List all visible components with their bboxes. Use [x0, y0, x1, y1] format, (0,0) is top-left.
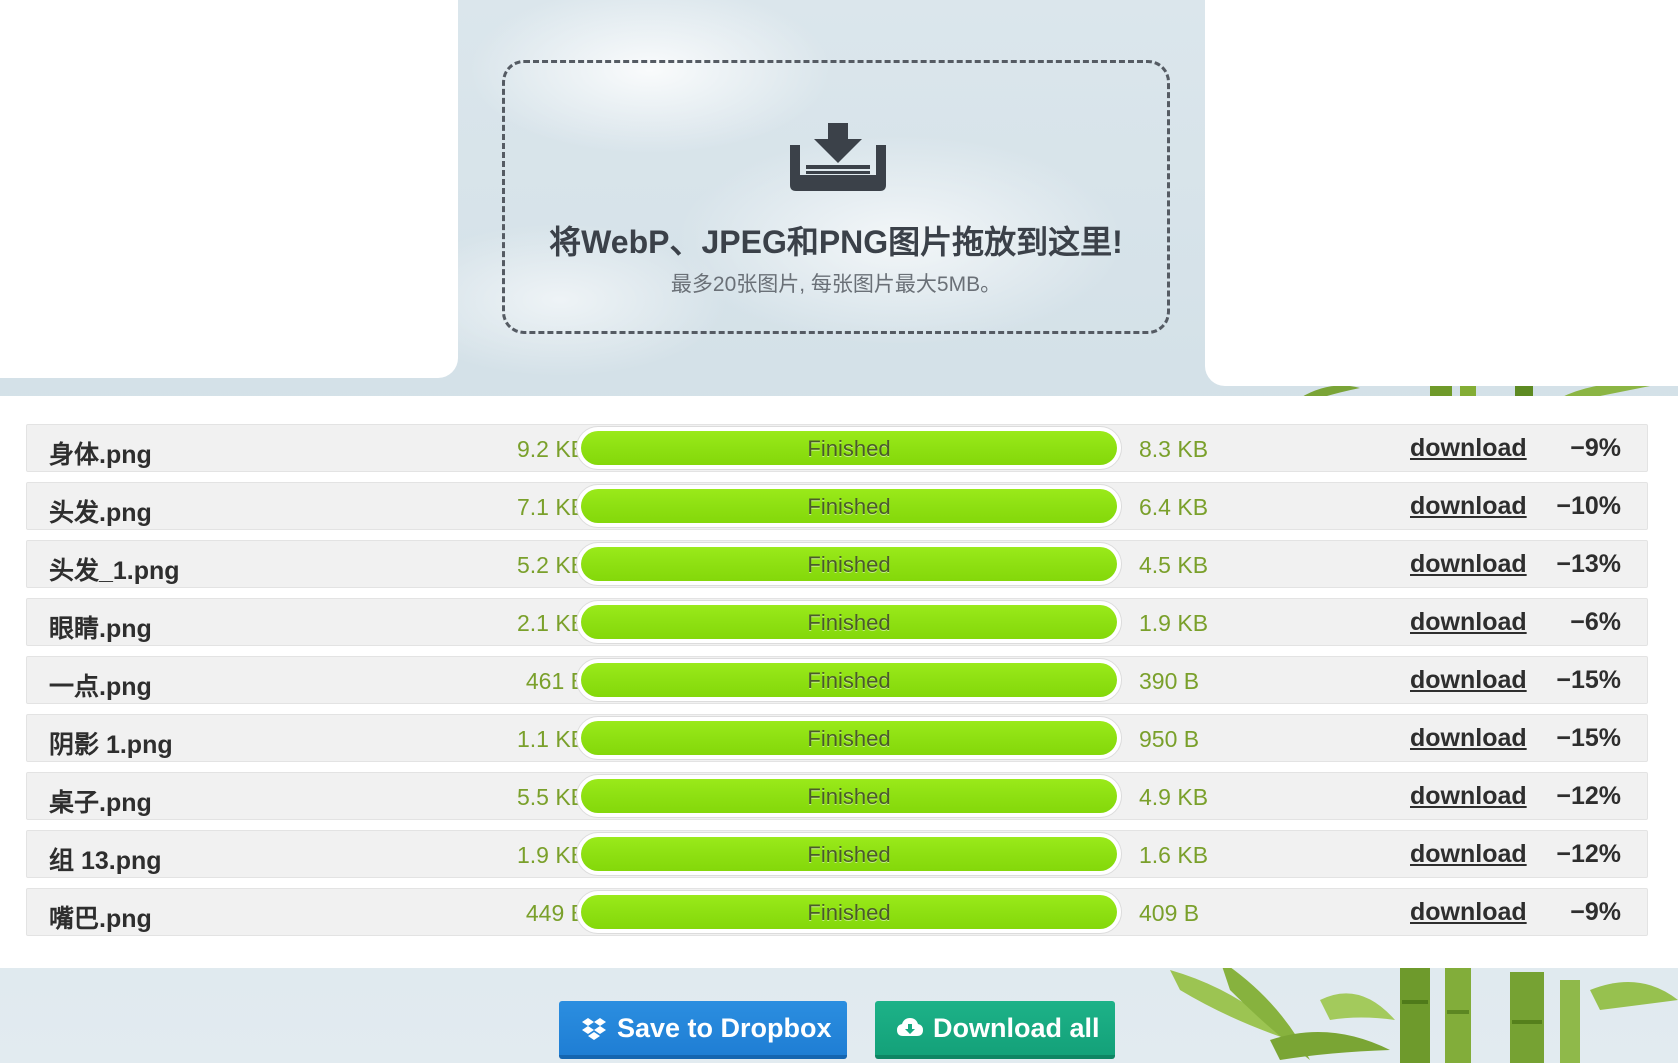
tray-download-icon [790, 123, 886, 191]
progress-bar: Finished [576, 774, 1122, 818]
progress-bar: Finished [576, 484, 1122, 528]
compressed-size: 1.9 KB [1139, 610, 1209, 636]
file-row: 组 13.png 1.9 KB Finished 1.6 KB download −12% [26, 830, 1648, 878]
progress-status: Finished [807, 552, 891, 577]
bamboo-decoration-bottom [1170, 960, 1678, 1063]
progress-bar: Finished [576, 890, 1122, 934]
compressed-size: 409 B [1139, 900, 1200, 926]
savings-percent: −12% [1556, 782, 1621, 810]
progress-status: Finished [807, 436, 891, 461]
file-name: 一点.png [49, 673, 152, 701]
progress-status: Finished [807, 842, 891, 867]
page-margin-left [0, 0, 458, 378]
download-link[interactable]: download [1410, 434, 1527, 463]
compressed-size: 8.3 KB [1139, 436, 1209, 462]
drop-zone-subtitle: 最多20张图片, 每张图片最大5MB。 [670, 273, 1002, 296]
compressed-size: 950 B [1139, 726, 1200, 752]
progress-bar: Finished [576, 600, 1122, 644]
file-row: 身体.png 9.2 KB Finished 8.3 KB download −9% [26, 424, 1648, 472]
save-to-dropbox-button[interactable]: Save to Dropbox [559, 1001, 847, 1059]
file-row: 头发.png 7.1 KB Finished 6.4 KB download −10% [26, 482, 1648, 530]
dropbox-icon [582, 1018, 606, 1040]
compressed-size: 4.5 KB [1139, 552, 1209, 578]
file-name: 桌子.png [49, 789, 152, 817]
download-link[interactable]: download [1410, 840, 1527, 869]
savings-percent: −9% [1570, 434, 1621, 462]
savings-percent: −12% [1556, 840, 1621, 868]
file-name: 头发_1.png [49, 557, 180, 585]
drop-zone-title: 将WebP、JPEG和PNG图片拖放到这里! [549, 224, 1123, 260]
file-name: 组 13.png [49, 847, 162, 875]
download-all-label: Download all [933, 1013, 1100, 1043]
file-name: 阴影 1.png [49, 731, 173, 759]
cloud-download-icon [897, 1018, 923, 1036]
page-margin-right [1205, 0, 1678, 386]
download-link[interactable]: download [1410, 608, 1527, 637]
progress-status: Finished [807, 784, 891, 809]
file-row: 阴影 1.png 1.1 KB Finished 950 Bdownload −15% [26, 714, 1648, 762]
download-link[interactable]: download [1410, 492, 1527, 521]
progress-status: Finished [807, 900, 891, 925]
download-link[interactable]: download [1410, 898, 1527, 927]
file-name: 身体.png [49, 441, 152, 469]
file-name: 眼睛.png [49, 615, 152, 643]
file-row: 头发_1.png 5.2 KB Finished 4.5 KB download −13% [26, 540, 1648, 588]
progress-bar: Finished [576, 716, 1122, 760]
savings-percent: −10% [1556, 492, 1621, 520]
image-drop-zone[interactable]: 将WebP、JPEG和PNG图片拖放到这里! 最多20张图片, 每张图片最大5M… [502, 60, 1170, 334]
progress-status: Finished [807, 668, 891, 693]
progress-status: Finished [807, 494, 891, 519]
compressed-size: 390 B [1139, 668, 1200, 694]
compressed-size: 4.9 KB [1139, 784, 1209, 810]
progress-status: Finished [807, 726, 891, 751]
file-row: 一点.png 461 B Finished 390 Bdownload −15% [26, 656, 1648, 704]
file-row: 桌子.png 5.5 KB Finished 4.9 KB download −12% [26, 772, 1648, 820]
compressed-size: 6.4 KB [1139, 494, 1209, 520]
progress-bar: Finished [576, 832, 1122, 876]
progress-bar: Finished [576, 542, 1122, 586]
progress-bar: Finished [576, 658, 1122, 702]
file-name: 头发.png [49, 499, 152, 527]
progress-status: Finished [807, 610, 891, 635]
download-link[interactable]: download [1410, 724, 1527, 753]
download-link[interactable]: download [1410, 666, 1527, 695]
savings-percent: −13% [1556, 550, 1621, 578]
save-to-dropbox-label: Save to Dropbox [617, 1013, 832, 1043]
download-link[interactable]: download [1410, 782, 1527, 811]
savings-percent: −9% [1570, 898, 1621, 926]
file-row: 眼睛.png 2.1 KB Finished 1.9 KB download −6% [26, 598, 1648, 646]
savings-percent: −6% [1570, 608, 1621, 636]
download-link[interactable]: download [1410, 550, 1527, 579]
progress-bar: Finished [576, 426, 1122, 470]
compressed-size: 1.6 KB [1139, 842, 1209, 868]
savings-percent: −15% [1556, 666, 1621, 694]
savings-percent: −15% [1556, 724, 1621, 752]
file-name: 嘴巴.png [49, 905, 152, 933]
file-row: 嘴巴.png 449 B Finished 409 Bdownload −9% [26, 888, 1648, 936]
download-all-button[interactable]: Download all [875, 1001, 1115, 1059]
